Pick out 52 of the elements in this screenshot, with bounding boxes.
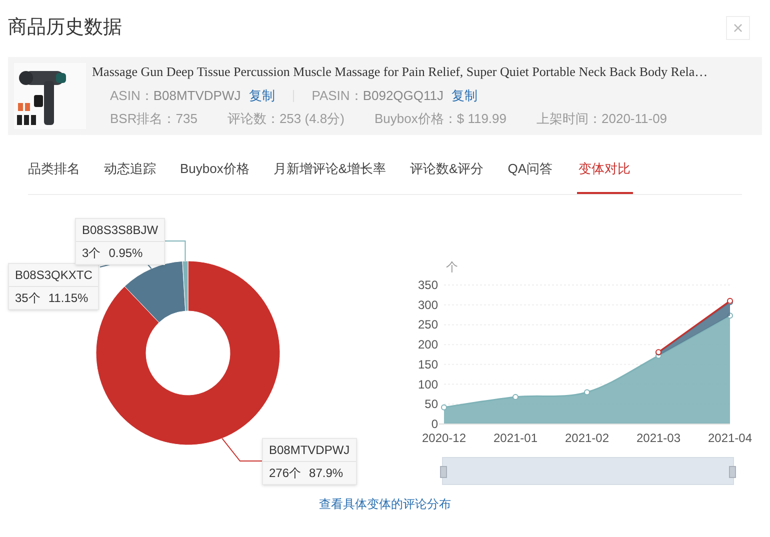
axis-tick-label: 2021-01 — [493, 431, 538, 443]
stat-label: 上架时间： — [536, 110, 602, 128]
tooltip-count: 35个 — [15, 290, 40, 307]
stat-label: Buybox价格： — [374, 110, 457, 128]
tab[interactable]: 评论数&评分 — [410, 144, 484, 194]
slider-handle[interactable] — [440, 466, 447, 478]
copy-link[interactable]: 复制 — [248, 86, 275, 106]
review-distribution-link[interactable]: 查看具体变体的评论分布 — [319, 495, 451, 513]
tooltip-count: 276个 — [269, 465, 302, 482]
tab[interactable]: 月新增评论&增长率 — [273, 144, 386, 194]
id-label: ASIN： — [110, 86, 154, 105]
axis-tick-label: 2021-03 — [636, 431, 681, 443]
tooltip-asin: B08MTVDPWJ — [263, 439, 356, 462]
tooltip-percent: 11.15% — [48, 290, 88, 307]
id-value: B092QGQ11J — [362, 86, 444, 105]
stat-value: 735 — [176, 110, 198, 128]
tab[interactable]: QA问答 — [508, 144, 553, 194]
leader-line — [222, 438, 262, 462]
axis-tick-label: 100 — [418, 377, 438, 392]
slider-handle[interactable] — [729, 466, 736, 478]
axis-tick-label: 150 — [418, 357, 438, 372]
tooltip-count: 3个 — [82, 245, 101, 262]
tab[interactable]: Buybox价格 — [180, 144, 250, 194]
axis-tick-label: 250 — [418, 318, 438, 332]
id-value: B08MTVDPWJ — [153, 86, 241, 105]
axis-tick-label: 2020-12 — [422, 431, 466, 443]
axis-tick-label: 350 — [418, 278, 438, 292]
axis-tick-label: 2021-02 — [564, 431, 610, 443]
data-point — [584, 389, 590, 396]
axis-tick-label: 300 — [418, 298, 438, 312]
tab[interactable]: 动态追踪 — [104, 144, 156, 194]
axis-tick-label: 0 — [431, 417, 438, 431]
stat-value: $ 119.99 — [456, 110, 506, 128]
tooltip-percent: 87.9% — [309, 465, 344, 482]
axis-tick-label: 2021-04 — [708, 431, 752, 443]
tab[interactable]: 品类排名 — [28, 144, 80, 194]
stat-label: BSR排名： — [110, 110, 176, 128]
stat-value: 253 (4.8分) — [279, 110, 344, 128]
data-point — [512, 394, 518, 400]
axis-unit: 个 — [446, 260, 458, 274]
copy-link[interactable]: 复制 — [452, 86, 478, 106]
axis-tick-label: 50 — [424, 397, 438, 412]
tooltip-asin: B08S3S8BJW — [76, 219, 164, 242]
id-label: PASIN： — [312, 86, 363, 105]
stat-label: 评论数： — [227, 110, 280, 128]
product-title: Massage Gun Deep Tissue Percussion Muscle Massage for Pain Relief, Super Quiet Portable Neck Back Body Rela… — [92, 63, 708, 82]
dialog-title: 商品历史数据 — [8, 16, 122, 40]
tooltip-percent: 0.95% — [108, 245, 143, 262]
axis-tick-label: 200 — [418, 338, 438, 352]
tab[interactable]: 变体对比 — [576, 144, 633, 194]
stat-value: 2020-11-09 — [602, 110, 668, 128]
data-point — [441, 404, 447, 410]
